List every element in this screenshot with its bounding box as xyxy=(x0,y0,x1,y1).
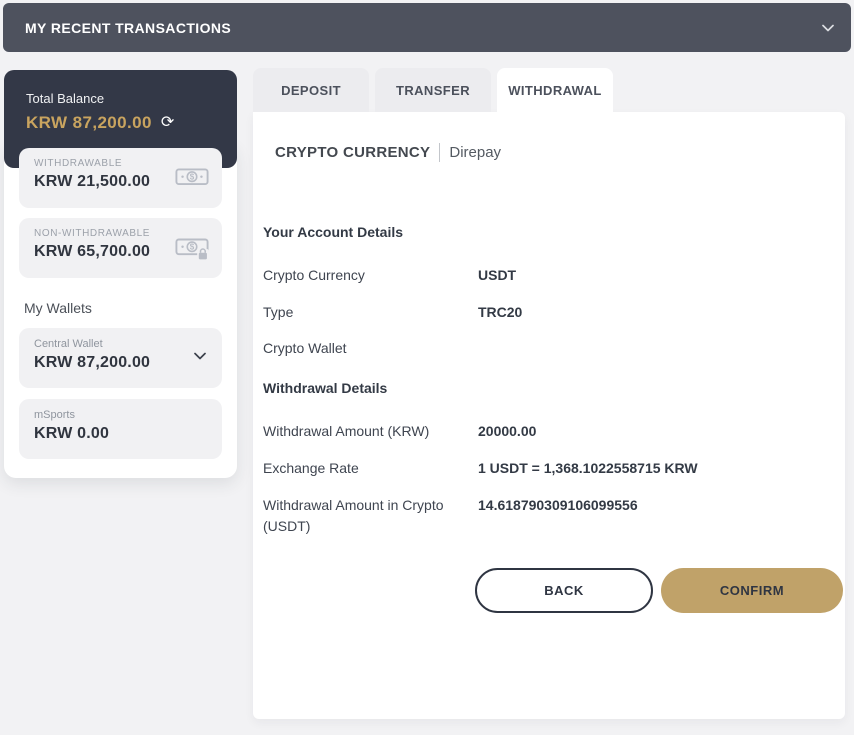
withdrawal-details-title: Withdrawal Details xyxy=(263,380,387,396)
detail-row: Withdrawal Amount (KRW) 20000.00 xyxy=(263,421,823,442)
crypto-amount-value: 14.618790309106099556 xyxy=(478,495,638,537)
type-label: Type xyxy=(263,302,478,323)
recent-transactions-accordion[interactable]: MY RECENT TRANSACTIONS xyxy=(3,3,851,52)
confirm-button[interactable]: CONFIRM xyxy=(661,568,843,613)
crypto-currency-label: Crypto Currency xyxy=(263,265,478,286)
svg-text:$: $ xyxy=(190,173,195,182)
crypto-wallet-label: Crypto Wallet xyxy=(263,338,478,359)
total-balance-amount: KRW 87,200.00 xyxy=(26,113,152,133)
msports-wallet-amount: KRW 0.00 xyxy=(34,425,208,443)
central-wallet-card[interactable]: Central Wallet KRW 87,200.00 xyxy=(19,328,222,388)
detail-row: Crypto Wallet xyxy=(263,338,823,359)
crypto-amount-label: Withdrawal Amount in Crypto (USDT) xyxy=(263,495,478,537)
svg-text:$: $ xyxy=(190,243,195,252)
withdrawal-panel: CRYPTO CURRENCY Direpay Your Account Det… xyxy=(253,112,845,719)
my-wallets-heading: My Wallets xyxy=(24,300,92,316)
account-details-title: Your Account Details xyxy=(263,224,403,240)
back-button[interactable]: BACK xyxy=(475,568,653,613)
recent-transactions-title: MY RECENT TRANSACTIONS xyxy=(25,20,231,36)
chevron-down-icon[interactable] xyxy=(194,352,206,360)
msports-wallet-card: mSports KRW 0.00 xyxy=(19,399,222,459)
heading-divider xyxy=(439,143,440,162)
tab-deposit[interactable]: DEPOSIT xyxy=(253,68,369,112)
transaction-tabs: DEPOSIT TRANSFER WITHDRAWAL xyxy=(253,68,613,112)
exchange-rate-label: Exchange Rate xyxy=(263,458,478,479)
method-title: CRYPTO CURRENCY xyxy=(275,144,430,161)
exchange-rate-value: 1 USDT = 1,368.1022558715 KRW xyxy=(478,458,698,479)
central-wallet-amount: KRW 87,200.00 xyxy=(34,354,208,372)
refresh-icon[interactable]: ⟳ xyxy=(161,115,174,131)
withdrawal-amount-label: Withdrawal Amount (KRW) xyxy=(263,421,478,442)
provider-name: Direpay xyxy=(449,144,501,161)
action-buttons: BACK CONFIRM xyxy=(475,568,843,613)
central-wallet-label: Central Wallet xyxy=(34,338,208,350)
balance-sidebar: Total Balance KRW 87,200.00 ⟳ WITHDRAWAB… xyxy=(4,70,237,478)
chevron-down-icon xyxy=(822,24,834,32)
withdrawable-card: WITHDRAWABLE KRW 21,500.00 $ xyxy=(19,148,222,208)
tab-withdrawal[interactable]: WITHDRAWAL xyxy=(497,68,613,112)
banknote-lock-icon: $ xyxy=(175,235,209,261)
detail-row: Withdrawal Amount in Crypto (USDT) 14.61… xyxy=(263,495,823,537)
detail-row: Type TRC20 xyxy=(263,302,823,323)
msports-wallet-label: mSports xyxy=(34,409,208,421)
non-withdrawable-card: NON-WITHDRAWABLE KRW 65,700.00 $ xyxy=(19,218,222,278)
tab-transfer[interactable]: TRANSFER xyxy=(375,68,491,112)
total-balance-label: Total Balance xyxy=(26,91,237,106)
type-value: TRC20 xyxy=(478,302,522,323)
banknote-icon: $ xyxy=(175,165,209,188)
detail-row: Exchange Rate 1 USDT = 1,368.1022558715 … xyxy=(263,458,823,479)
crypto-currency-value: USDT xyxy=(478,265,516,286)
payment-method-heading: CRYPTO CURRENCY Direpay xyxy=(275,143,501,162)
detail-row: Crypto Currency USDT xyxy=(263,265,823,286)
withdrawal-amount-value: 20000.00 xyxy=(478,421,536,442)
